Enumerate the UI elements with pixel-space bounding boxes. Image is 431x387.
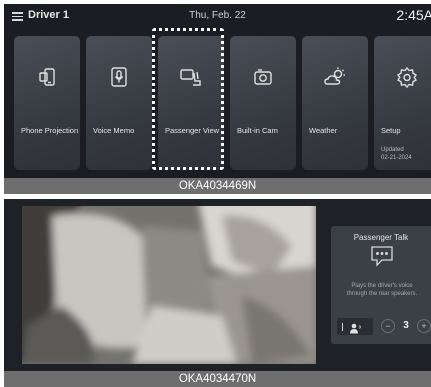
passenger-view-screen: Passenger Talk Plays the driver's voice … <box>4 199 431 371</box>
phone-projection-icon <box>14 64 80 90</box>
tile-voice-memo[interactable]: Voice Memo <box>86 36 152 170</box>
clock-display: 2:45A <box>396 7 431 23</box>
description-line: through the rear speakers. <box>346 291 418 297</box>
person-icon <box>349 321 363 339</box>
tile-label: Voice Memo <box>93 126 135 135</box>
tile-built-in-cam[interactable]: Built-in Cam <box>230 36 296 170</box>
setup-update-status: Updated 02-21-2024 <box>381 147 412 162</box>
app-tiles: Phone Projection Voice Memo Passenger Vi… <box>14 36 431 170</box>
weather-icon <box>302 64 368 90</box>
tile-label: Weather <box>309 126 338 135</box>
clock-time: 2:45 <box>396 7 424 23</box>
tile-label: Passenger View <box>165 126 220 135</box>
volume-down-button[interactable]: − <box>381 319 395 333</box>
volume-up-button[interactable]: + <box>417 319 431 333</box>
tile-setup[interactable]: Setup Updated 02-21-2024 <box>374 36 431 170</box>
tile-label: Phone Projection <box>21 126 79 135</box>
tile-label: Setup <box>381 126 401 135</box>
talk-controls: − 3 + <box>335 318 431 336</box>
passenger-talk-panel: Passenger Talk Plays the driver's voice … <box>331 226 431 344</box>
update-label: Updated <box>381 147 404 153</box>
home-screen: Driver 1 Thu, Feb. 22 2:45A Phone Projec… <box>4 4 431 178</box>
divider <box>342 323 343 331</box>
tile-weather[interactable]: Weather <box>302 36 368 170</box>
passenger-talk-button[interactable] <box>337 318 373 335</box>
status-bar: Driver 1 Thu, Feb. 22 2:45A <box>4 4 431 30</box>
clock-suffix: A <box>423 7 431 23</box>
date-display: Thu, Feb. 22 <box>189 10 246 21</box>
panel-description: Plays the driver's voice through the rea… <box>337 282 427 298</box>
figure-caption: OKA4034469N <box>4 178 431 194</box>
volume-value: 3 <box>403 320 409 331</box>
passenger-view-icon <box>158 64 224 90</box>
description-line: Plays the driver's voice <box>351 283 413 289</box>
speech-bubble-icon <box>369 245 395 267</box>
rear-camera-feed <box>22 206 316 364</box>
figure-caption: OKA4034470N <box>4 371 431 387</box>
camera-icon <box>230 64 296 90</box>
gear-icon <box>374 64 431 90</box>
tile-phone-projection[interactable]: Phone Projection <box>14 36 80 170</box>
panel-title: Passenger Talk <box>353 233 409 242</box>
voice-memo-icon <box>86 64 152 90</box>
tile-passenger-view[interactable]: Passenger View <box>158 36 224 170</box>
update-date: 02-21-2024 <box>381 154 412 161</box>
tile-label: Built-in Cam <box>237 126 278 135</box>
